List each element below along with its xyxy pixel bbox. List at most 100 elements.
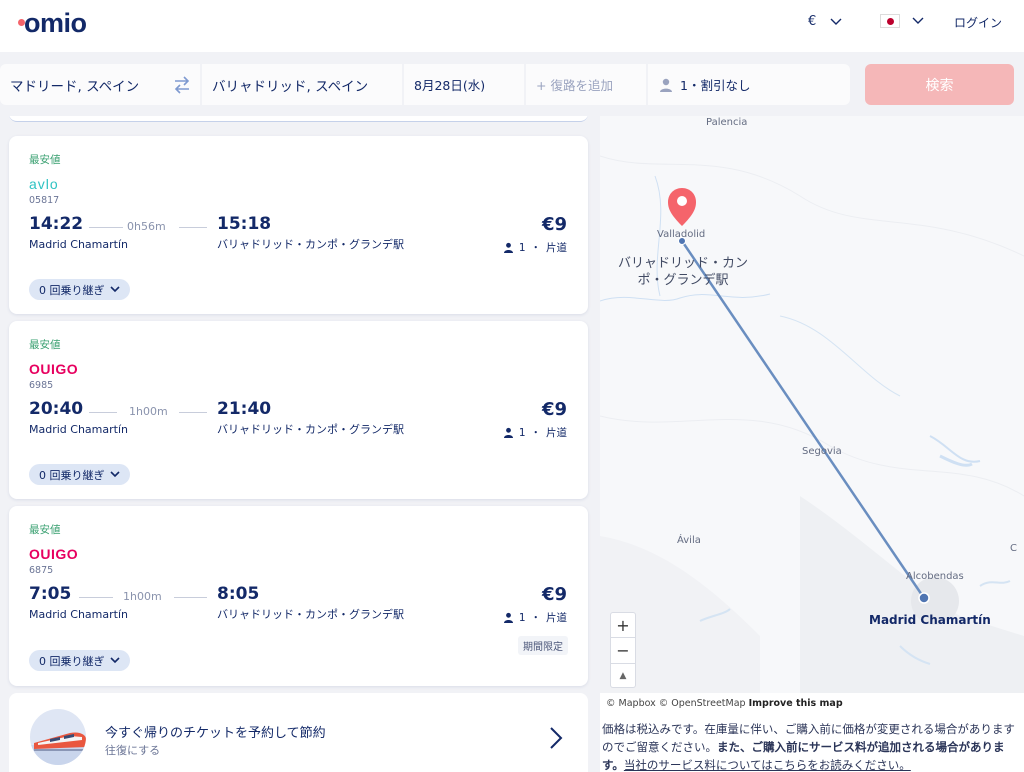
separator: ・: [530, 612, 542, 624]
passenger-count: 1: [518, 611, 526, 624]
price-disclaimer: 価格は税込みです。在庫量に伴い、ご購入前に価格が変更される場合がありますのでご留…: [602, 720, 1022, 772]
improve-map-link[interactable]: Improve this map: [749, 698, 843, 709]
arrival-time: 21:40: [217, 399, 272, 419]
zoom-out-button[interactable]: −: [610, 638, 636, 664]
chevron-down-icon: [109, 286, 120, 293]
train-number: 05817: [29, 195, 60, 206]
chevron-down-icon: [912, 17, 924, 24]
search-bar: マドリード, スペイン バリャドリッド, スペイン 8月28日(水) + 復路を…: [0, 52, 1024, 116]
passenger-trip-info: 1 ・ 片道: [503, 240, 567, 255]
price: €9: [541, 399, 567, 420]
departure-time: 14:22: [29, 214, 84, 234]
transfers-toggle[interactable]: 0 回乗り継ぎ: [29, 279, 130, 300]
duration-line: [89, 227, 123, 228]
chevron-down-icon: [109, 657, 120, 664]
limited-time-badge: 期間限定: [518, 636, 568, 655]
destination-value: バリャドリッド, スペイン: [212, 78, 369, 95]
separator: ・: [530, 242, 542, 254]
map-attribution: © Mapbox © OpenStreetMap Improve this ma…: [606, 698, 843, 709]
journey-card[interactable]: 最安値 OUIGO 6875 7:05 1h00m 8:05 Madrid Ch…: [9, 506, 588, 686]
journey-card[interactable]: 最安値 avlo 05817 14:22 0h56m 15:18 Madrid …: [9, 136, 588, 314]
train-number: 6875: [29, 565, 54, 576]
passengers-value: 1・割引なし: [680, 78, 751, 93]
separator: ・: [530, 427, 542, 439]
map-label-valladolid: Valladolid: [657, 229, 706, 240]
price: €9: [541, 214, 567, 235]
results-list: 最安値 avlo 05817 14:22 0h56m 15:18 Madrid …: [0, 116, 600, 772]
chevron-down-icon: [830, 18, 842, 25]
previous-card-edge: [9, 116, 588, 122]
passenger-count: 1: [518, 426, 526, 439]
origin-field[interactable]: マドリード, スペイン: [0, 64, 200, 105]
chevron-down-icon: [109, 471, 120, 478]
currency-label: €: [808, 14, 817, 29]
map-label-arrival-station: バリャドリッド・カンポ・グランデ駅: [618, 256, 749, 288]
destination-field[interactable]: バリャドリッド, スペイン: [202, 64, 402, 105]
return-ticket-promo[interactable]: 今すぐ帰りのチケットを予約して節約 往復にする: [9, 693, 588, 772]
avlo-logo: avlo: [29, 176, 59, 192]
transfers-label: 0 回乗り継ぎ: [39, 283, 105, 297]
train-illustration: [30, 709, 86, 765]
departure-station: Madrid Chamartín: [29, 238, 128, 251]
ouigo-logo: OUIGO: [29, 546, 79, 562]
train-number: 6985: [29, 380, 54, 391]
promo-subtitle: 往復にする: [105, 744, 161, 757]
service-fee-link[interactable]: 当社のサービス料についてはこちらをお読みください。: [624, 758, 911, 772]
departure-date-field[interactable]: 8月28日(水): [404, 64, 524, 105]
map-label-segovia: Segovia: [802, 446, 842, 457]
compass-button[interactable]: ▲: [610, 664, 636, 688]
top-header: omio € ログイン: [0, 0, 1024, 52]
arrival-time: 15:18: [217, 214, 272, 234]
duration: 0h56m: [127, 220, 166, 233]
search-button[interactable]: 検索: [865, 64, 1014, 105]
trip-type: 片道: [546, 242, 567, 254]
trip-type: 片道: [546, 427, 567, 439]
departure-time: 7:05: [29, 584, 72, 604]
chevron-right-icon[interactable]: [549, 726, 563, 750]
route-map[interactable]: Palencia Valladolid バリャドリッド・カンポ・グランデ駅 Se…: [600, 116, 1024, 693]
person-icon: [503, 242, 513, 253]
duration-line: [174, 597, 207, 598]
add-return-field[interactable]: + 復路を追加: [526, 64, 646, 105]
add-return-label: + 復路を追加: [536, 78, 613, 93]
person-icon: [660, 78, 672, 92]
map-label-madrid-chamartin: Madrid Chamartín: [869, 613, 991, 627]
mapbox-osm-credit[interactable]: © Mapbox © OpenStreetMap: [606, 698, 746, 709]
duration: 1h00m: [129, 405, 168, 418]
passenger-count: 1: [518, 241, 526, 254]
ouigo-logo: OUIGO: [29, 361, 79, 377]
transfers-label: 0 回乗り継ぎ: [39, 654, 105, 668]
map-label-alcobendas: Alcobendas: [906, 571, 964, 582]
journey-card[interactable]: 最安値 OUIGO 6985 20:40 1h00m 21:40 Madrid …: [9, 321, 588, 499]
map-label-avila: Ávila: [677, 535, 701, 546]
cheapest-badge: 最安値: [29, 154, 61, 166]
arrival-station: バリャドリッド・カンポ・グランデ駅: [217, 238, 404, 251]
currency-selector[interactable]: €: [808, 14, 842, 29]
departure-date-value: 8月28日(水): [414, 78, 486, 93]
logo-text: omio: [24, 8, 87, 38]
duration-line: [79, 597, 113, 598]
swap-icon[interactable]: [172, 76, 192, 94]
language-selector[interactable]: [880, 14, 924, 28]
person-icon: [503, 427, 513, 438]
arrival-station: バリャドリッド・カンポ・グランデ駅: [217, 608, 404, 621]
map-label-edge: C: [1010, 543, 1017, 554]
departure-station: Madrid Chamartín: [29, 608, 128, 621]
zoom-in-button[interactable]: +: [610, 612, 636, 638]
arrival-time: 8:05: [217, 584, 260, 604]
price: €9: [541, 584, 567, 605]
transfers-label: 0 回乗り継ぎ: [39, 468, 105, 482]
promo-title: 今すぐ帰りのチケットを予約して節約: [105, 726, 326, 741]
transfers-toggle[interactable]: 0 回乗り継ぎ: [29, 464, 130, 485]
cheapest-badge: 最安値: [29, 524, 61, 536]
login-link[interactable]: ログイン: [954, 14, 1002, 31]
person-icon: [503, 612, 513, 623]
transfers-toggle[interactable]: 0 回乗り継ぎ: [29, 650, 130, 671]
departure-station: Madrid Chamartín: [29, 423, 128, 436]
cheapest-badge: 最安値: [29, 339, 61, 351]
passengers-field[interactable]: 1・割引なし: [648, 64, 850, 105]
duration: 1h00m: [123, 590, 162, 603]
arrival-station: バリャドリッド・カンポ・グランデ駅: [217, 423, 404, 436]
origin-value: マドリード, スペイン: [10, 78, 140, 95]
duration-line: [89, 412, 117, 413]
